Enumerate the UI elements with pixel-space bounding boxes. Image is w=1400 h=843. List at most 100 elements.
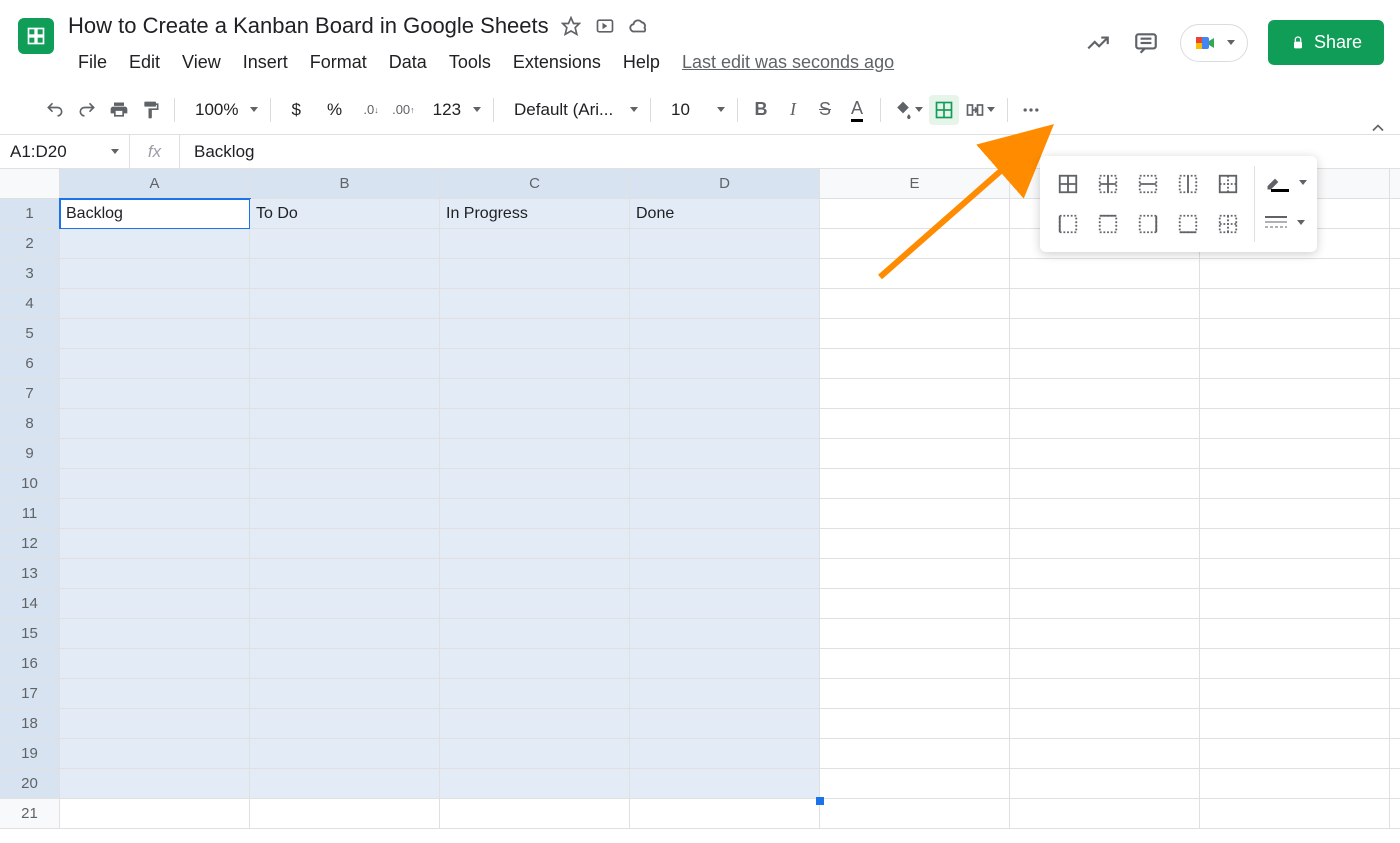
cell[interactable]	[250, 739, 440, 769]
cell[interactable]	[1200, 409, 1390, 439]
cell[interactable]	[250, 259, 440, 289]
trend-icon[interactable]	[1084, 29, 1112, 57]
row-header[interactable]: 11	[0, 499, 60, 529]
bold-button[interactable]: B	[746, 95, 776, 125]
cell[interactable]	[1390, 679, 1400, 709]
cell[interactable]	[1200, 379, 1390, 409]
fill-color-button[interactable]	[889, 95, 927, 125]
cell[interactable]	[630, 319, 820, 349]
cell[interactable]	[820, 589, 1010, 619]
cell[interactable]	[1390, 229, 1400, 259]
cell[interactable]	[1200, 319, 1390, 349]
cell[interactable]	[1390, 499, 1400, 529]
border-inner-icon[interactable]	[1090, 166, 1126, 202]
cell[interactable]	[1200, 799, 1390, 829]
move-icon[interactable]	[593, 14, 617, 38]
cell[interactable]	[250, 589, 440, 619]
cell[interactable]	[1010, 619, 1200, 649]
cell[interactable]	[820, 739, 1010, 769]
menu-data[interactable]: Data	[379, 46, 437, 79]
cell[interactable]	[440, 319, 630, 349]
cell[interactable]	[60, 679, 250, 709]
border-none-icon[interactable]	[1210, 206, 1246, 242]
cell[interactable]	[630, 229, 820, 259]
cell[interactable]	[1390, 409, 1400, 439]
column-header[interactable]: D	[630, 169, 820, 199]
cell[interactable]	[60, 619, 250, 649]
cell[interactable]	[1200, 739, 1390, 769]
cell[interactable]	[1390, 589, 1400, 619]
cell[interactable]	[440, 259, 630, 289]
cell[interactable]	[60, 349, 250, 379]
row-header[interactable]: 10	[0, 469, 60, 499]
cell[interactable]	[820, 559, 1010, 589]
cell[interactable]	[440, 799, 630, 829]
cell[interactable]	[1010, 289, 1200, 319]
cell[interactable]	[440, 559, 630, 589]
cell[interactable]	[630, 649, 820, 679]
column-header[interactable]: H	[1390, 169, 1400, 199]
cell[interactable]	[820, 199, 1010, 229]
cell[interactable]	[250, 529, 440, 559]
borders-button[interactable]	[929, 95, 959, 125]
italic-button[interactable]: I	[778, 95, 808, 125]
cell[interactable]	[250, 349, 440, 379]
cell[interactable]	[1390, 289, 1400, 319]
more-button[interactable]	[1016, 95, 1046, 125]
cell[interactable]	[440, 619, 630, 649]
cell[interactable]	[630, 679, 820, 709]
row-header[interactable]: 12	[0, 529, 60, 559]
cell[interactable]	[1010, 799, 1200, 829]
menu-tools[interactable]: Tools	[439, 46, 501, 79]
cell[interactable]	[60, 259, 250, 289]
row-header[interactable]: 18	[0, 709, 60, 739]
increase-decimal-button[interactable]: .00↑	[388, 95, 419, 125]
row-header[interactable]: 20	[0, 769, 60, 799]
cell[interactable]	[630, 559, 820, 589]
cell[interactable]	[630, 499, 820, 529]
undo-button[interactable]	[40, 95, 70, 125]
cell[interactable]	[630, 349, 820, 379]
cell[interactable]	[440, 709, 630, 739]
cell[interactable]	[1390, 319, 1400, 349]
cell[interactable]	[440, 529, 630, 559]
text-color-button[interactable]: A	[842, 95, 872, 125]
cell[interactable]	[1200, 559, 1390, 589]
cell[interactable]	[60, 439, 250, 469]
cell[interactable]	[440, 739, 630, 769]
share-button[interactable]: Share	[1268, 20, 1384, 65]
border-bottom-icon[interactable]	[1170, 206, 1206, 242]
border-right-icon[interactable]	[1130, 206, 1166, 242]
cell[interactable]	[820, 649, 1010, 679]
cell[interactable]	[1010, 739, 1200, 769]
cell[interactable]	[1200, 709, 1390, 739]
cell[interactable]	[250, 649, 440, 679]
cell[interactable]	[60, 649, 250, 679]
cell[interactable]	[1200, 679, 1390, 709]
cell[interactable]	[60, 799, 250, 829]
cell[interactable]	[1200, 529, 1390, 559]
cell[interactable]	[1200, 769, 1390, 799]
cell[interactable]	[440, 409, 630, 439]
cell[interactable]	[60, 319, 250, 349]
cell[interactable]	[440, 499, 630, 529]
cell[interactable]	[1200, 499, 1390, 529]
cell[interactable]	[440, 229, 630, 259]
menu-format[interactable]: Format	[300, 46, 377, 79]
cell[interactable]	[60, 379, 250, 409]
cell[interactable]	[1010, 679, 1200, 709]
cell[interactable]	[250, 709, 440, 739]
border-horizontal-icon[interactable]	[1130, 166, 1166, 202]
cell[interactable]	[630, 409, 820, 439]
cell[interactable]	[250, 229, 440, 259]
sheets-logo[interactable]	[12, 12, 60, 60]
cell[interactable]	[1390, 259, 1400, 289]
cell[interactable]	[630, 259, 820, 289]
cell[interactable]	[250, 499, 440, 529]
column-header[interactable]: E	[820, 169, 1010, 199]
select-all-corner[interactable]	[0, 169, 60, 199]
row-header[interactable]: 8	[0, 409, 60, 439]
cell[interactable]	[60, 529, 250, 559]
cell[interactable]	[630, 739, 820, 769]
row-header[interactable]: 4	[0, 289, 60, 319]
